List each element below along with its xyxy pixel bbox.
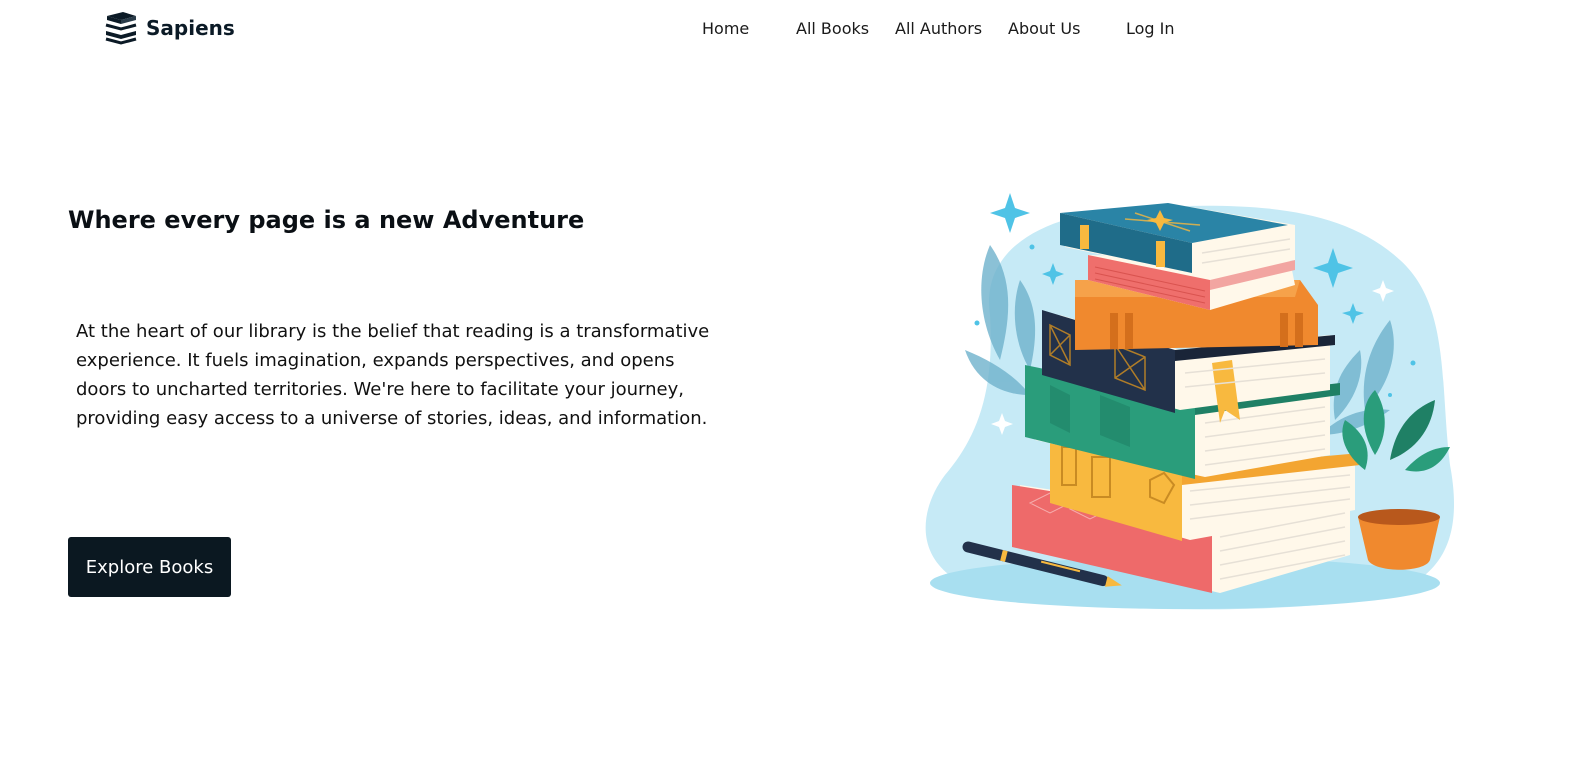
brand-name: Sapiens: [146, 16, 235, 40]
nav-home[interactable]: Home: [702, 19, 749, 38]
explore-books-button[interactable]: Explore Books: [68, 537, 231, 597]
hero-headline: Where every page is a new Adventure: [68, 206, 585, 234]
nav-about-us[interactable]: About Us: [1008, 19, 1080, 38]
nav-all-authors[interactable]: All Authors: [895, 19, 982, 38]
book-stack-icon: [105, 12, 137, 45]
stack-of-books-illustration: [925, 193, 1455, 610]
nav-log-in[interactable]: Log In: [1126, 19, 1175, 38]
hero-description: At the heart of our library is the belie…: [76, 321, 710, 429]
brand-logo[interactable]: Sapiens: [104, 10, 235, 46]
nav-all-books[interactable]: All Books: [796, 19, 869, 38]
